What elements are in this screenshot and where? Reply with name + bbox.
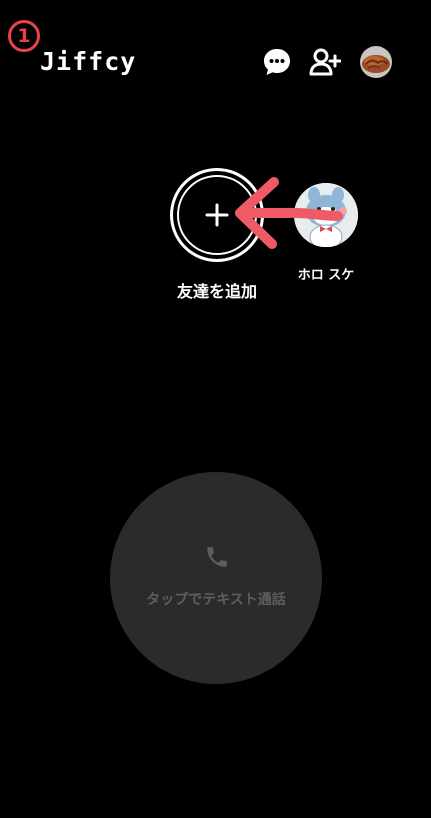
friend-name: ホロ スケ	[297, 268, 355, 283]
text-call-button[interactable]: タップでテキスト通話	[110, 472, 322, 684]
phone-icon	[207, 547, 227, 567]
add-friend-ring	[177, 175, 257, 255]
add-user-icon[interactable]	[309, 46, 341, 78]
character-avatar	[294, 183, 358, 247]
add-friend-button[interactable]	[170, 168, 264, 262]
chat-bubble-icon[interactable]	[261, 46, 293, 78]
plus-icon	[205, 203, 229, 227]
step-number-badge: 1	[8, 20, 40, 52]
friend-avatar[interactable]	[294, 183, 358, 247]
profile-avatar[interactable]	[360, 46, 392, 78]
text-call-label: タップでテキスト通話	[146, 592, 286, 608]
add-friend-label: 友達を追加	[176, 282, 257, 301]
app-title: Jiffcy	[40, 47, 137, 76]
